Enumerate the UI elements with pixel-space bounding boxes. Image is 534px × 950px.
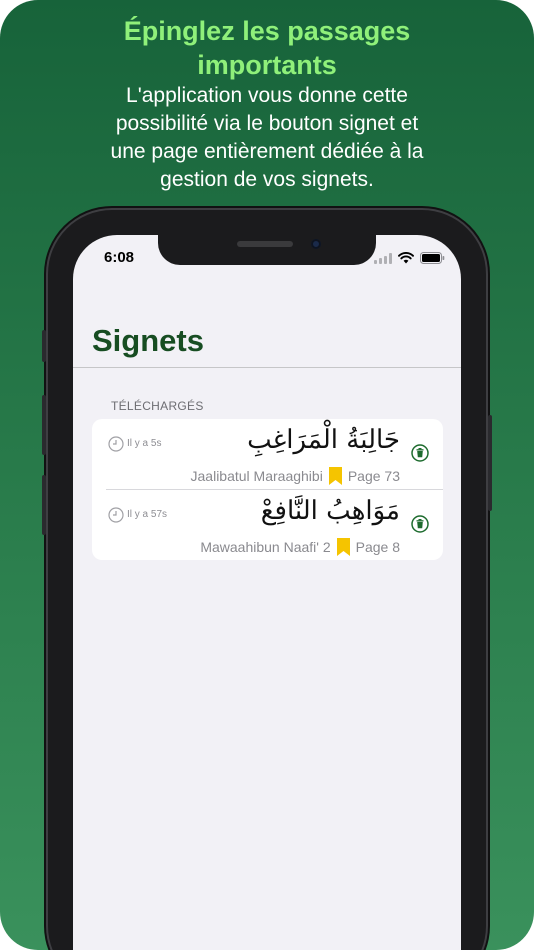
bookmarks-list: Il y a 5s جَالِبَةُ الْمَرَاغِبِ Jaaliba…	[92, 419, 443, 560]
status-icons	[374, 251, 445, 265]
bookmark-row[interactable]: Il y a 57s مَوَاهِبُ النَّافِعْ Mawaahib…	[92, 490, 443, 560]
promo-description-line2: possibilité via le bouton signet et	[115, 112, 419, 135]
app-screen: 6:08 Signets TÉLÉCHARGÉS Il y a 5s جَالِ…	[73, 235, 461, 950]
promo-description-line4: gestion de vos signets.	[160, 168, 374, 191]
nav-divider	[73, 367, 461, 368]
status-time: 6:08	[104, 249, 135, 266]
bookmark-arabic-title: جَالِبَةُ الْمَرَاغِبِ	[247, 425, 400, 455]
promo-page: Épinglez les passages importants L'appli…	[0, 0, 534, 950]
bookmark-arabic-title: مَوَاهِبُ النَّافِعْ	[260, 496, 400, 526]
bookmark-meta: Jaalibatul Maraaghibi Page 73	[191, 467, 400, 485]
clock-icon	[108, 507, 124, 523]
wifi-icon	[398, 252, 414, 264]
promo-description-line3: une page entièrement dédiée à la	[110, 140, 424, 163]
page-title: Signets	[92, 323, 204, 358]
bookmark-row[interactable]: Il y a 5s جَالِبَةُ الْمَرَاغِبِ Jaaliba…	[92, 419, 443, 490]
phone-mute-switch	[42, 330, 46, 362]
battery-icon	[420, 252, 445, 264]
promo-description: L'application vous donne cette possibili…	[60, 82, 474, 194]
bookmark-icon	[328, 467, 342, 485]
promo-headline: Épinglez les passages importants	[0, 14, 534, 82]
bookmark-transliteration: Mawaahibun Naafi' 2	[200, 539, 331, 555]
section-header: TÉLÉCHARGÉS	[111, 399, 204, 413]
bookmark-page: Page 73	[347, 468, 400, 484]
bookmark-icon	[336, 538, 350, 556]
bookmark-meta: Mawaahibun Naafi' 2 Page 8	[200, 538, 400, 556]
bookmark-time-ago: Il y a 5s	[127, 438, 162, 449]
trash-icon[interactable]	[411, 444, 429, 462]
phone-volume-up	[42, 395, 46, 455]
phone-notch	[158, 235, 376, 265]
bookmark-time-ago: Il y a 57s	[127, 509, 168, 520]
phone-frame: 6:08 Signets TÉLÉCHARGÉS Il y a 5s جَالِ…	[42, 210, 492, 950]
signal-icon	[374, 252, 392, 264]
trash-icon[interactable]	[411, 515, 429, 533]
promo-headline-line2: importants	[197, 50, 337, 80]
promo-description-line1: L'application vous donne cette	[126, 84, 408, 107]
bookmark-transliteration: Jaalibatul Maraaghibi	[190, 468, 323, 484]
phone-speaker	[237, 241, 293, 247]
clock-icon	[108, 436, 124, 452]
promo-headline-line1: Épinglez les passages	[123, 16, 411, 46]
phone-camera	[311, 239, 321, 249]
phone-power-button	[488, 415, 492, 511]
bookmark-page: Page 8	[355, 539, 400, 555]
phone-volume-down	[42, 475, 46, 535]
